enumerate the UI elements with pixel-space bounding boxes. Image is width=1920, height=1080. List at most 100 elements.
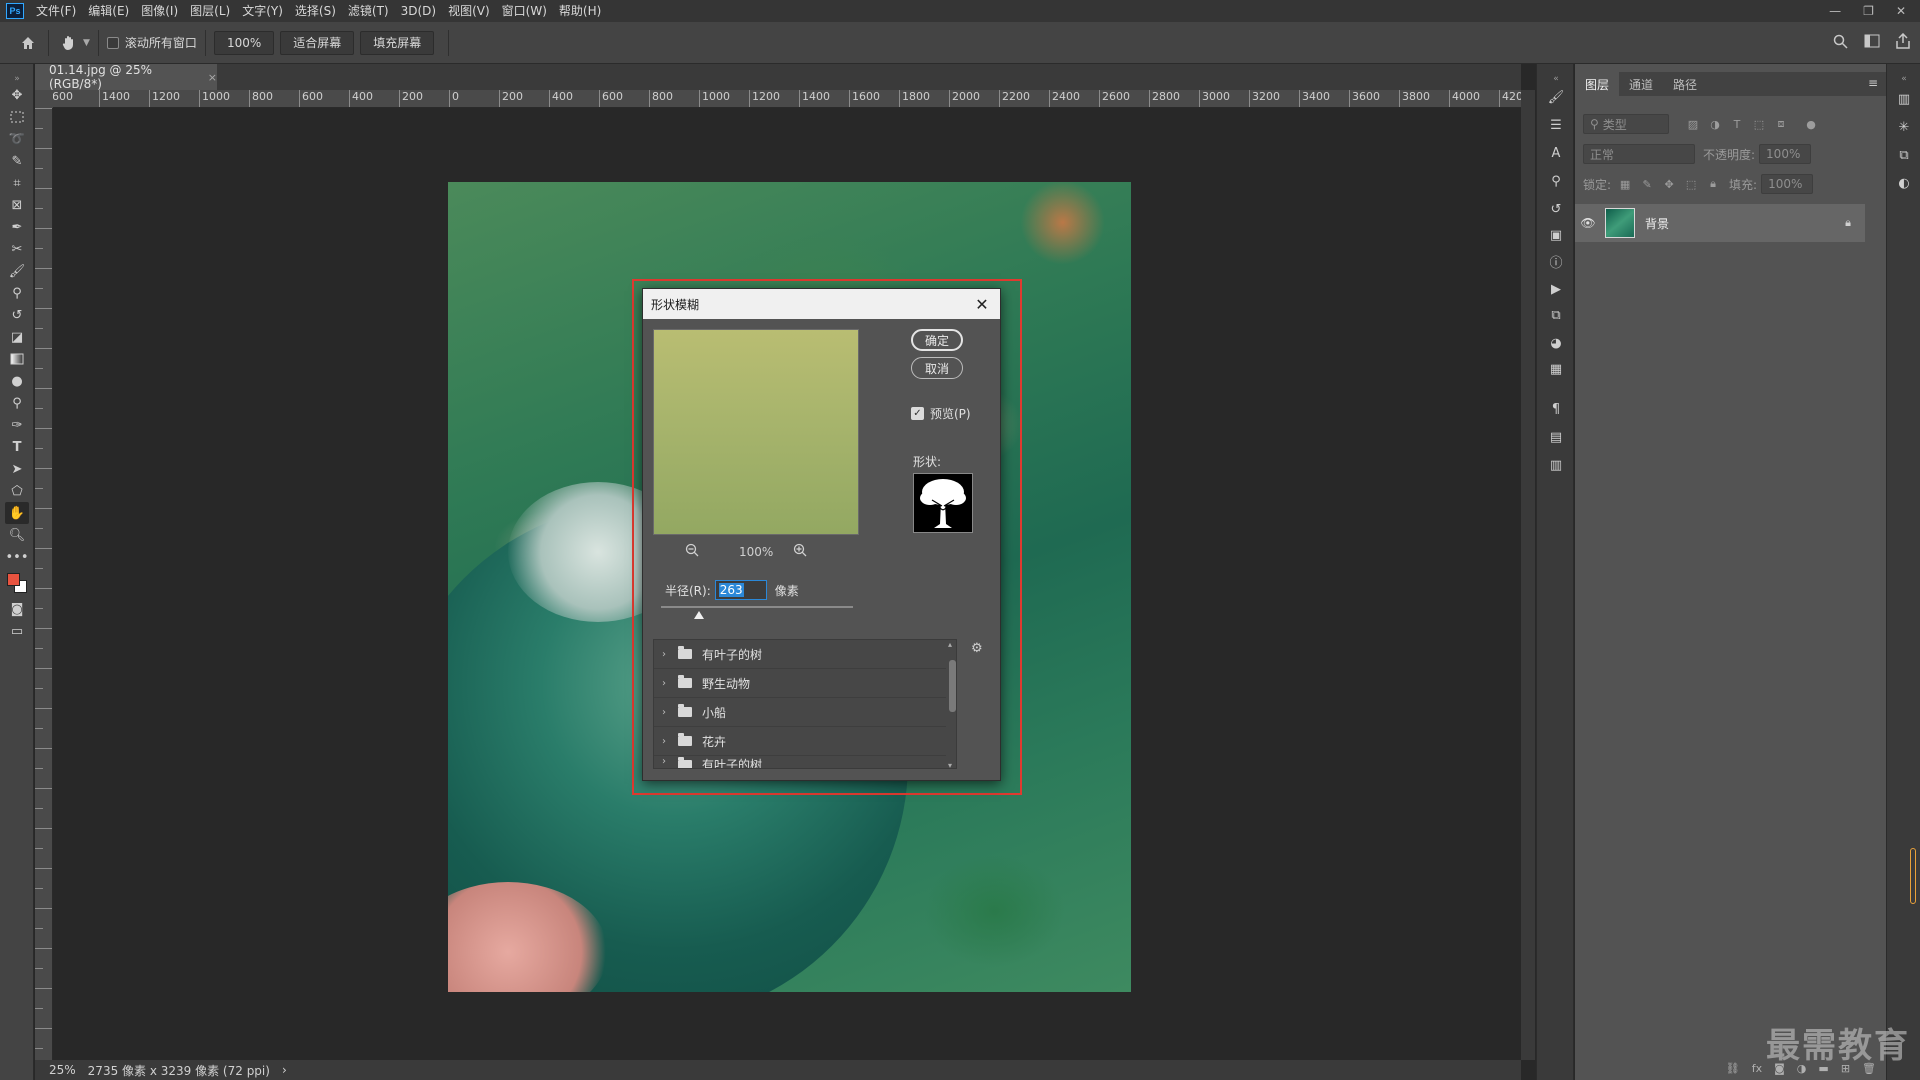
learn-icon[interactable]: ⧉ — [1893, 144, 1915, 166]
menu-select[interactable]: 选择(S) — [289, 0, 342, 22]
radius-slider-thumb[interactable] — [694, 611, 705, 619]
gear-icon[interactable]: ⚙ — [971, 641, 983, 656]
quick-mask-icon[interactable]: ◙ — [5, 598, 29, 620]
status-menu-arrow[interactable]: › — [282, 1063, 287, 1077]
filter-shape-icon[interactable]: ⬚ — [1751, 117, 1767, 131]
visibility-eye-icon[interactable]: 👁︎ — [1575, 216, 1601, 230]
list-item[interactable]: › 有叶子的树 — [654, 640, 946, 669]
tab-channels[interactable]: 通道 — [1619, 72, 1663, 96]
list-item[interactable]: › 野生动物 — [654, 669, 946, 698]
canvas-vertical-scrollbar[interactable] — [1521, 90, 1535, 1060]
status-zoom[interactable]: 25% — [49, 1063, 76, 1077]
eraser-tool-icon[interactable]: ◪ — [5, 326, 29, 348]
clone-source-icon[interactable]: ⚲ — [1545, 170, 1567, 192]
layer-filter-select[interactable]: ⚲ 类型 — [1583, 114, 1669, 134]
hand-tool-icon[interactable]: ✋ — [5, 502, 29, 524]
collapse-icon[interactable]: « — [1893, 68, 1915, 90]
zoom-tool-icon[interactable]: 🔍︎ — [5, 524, 29, 546]
dodge-tool-icon[interactable]: ⚲ — [5, 392, 29, 414]
info-icon[interactable]: ⓘ — [1545, 250, 1567, 272]
character-icon[interactable]: A — [1545, 142, 1567, 164]
move-tool-icon[interactable]: ✥ — [5, 84, 29, 106]
preview-checkbox[interactable]: ✓ — [911, 407, 924, 420]
healing-brush-tool-icon[interactable]: ✂ — [5, 238, 29, 260]
history-brush-tool-icon[interactable]: ↺ — [5, 304, 29, 326]
pen-tool-icon[interactable]: ✑ — [5, 414, 29, 436]
clone-stamp-tool-icon[interactable]: ⚲ — [5, 282, 29, 304]
quick-selection-tool-icon[interactable]: ✎ — [5, 150, 29, 172]
filter-type-icon[interactable]: T — [1729, 117, 1745, 131]
layer-effects-icon[interactable]: fx — [1752, 1062, 1762, 1075]
link-layers-icon[interactable]: ⛓ — [1726, 1062, 1740, 1075]
path-selection-tool-icon[interactable]: ➤ — [5, 458, 29, 480]
filter-smart-object-icon[interactable]: ⧈ — [1773, 117, 1789, 131]
chevron-down-icon[interactable]: ▼ — [83, 38, 90, 48]
fill-input[interactable]: 100% — [1761, 174, 1814, 194]
list-item[interactable]: › 花卉 — [654, 727, 946, 756]
preview-option[interactable]: ✓ 预览(P) — [911, 405, 971, 422]
lasso-tool-icon[interactable]: ➰ — [5, 128, 29, 150]
layer-row-background[interactable]: 👁︎ 背景 🔒︎ — [1575, 204, 1865, 242]
actions-play-icon[interactable]: ▶ — [1545, 278, 1567, 300]
paragraph-icon[interactable]: ¶ — [1545, 398, 1567, 420]
lock-transparent-icon[interactable]: ▦ — [1617, 177, 1633, 191]
layer-comps-icon[interactable]: ▣ — [1545, 224, 1567, 246]
eyedropper-tool-icon[interactable]: ✒ — [5, 216, 29, 238]
home-icon[interactable] — [16, 31, 40, 55]
list-scrollbar-thumb[interactable] — [949, 660, 956, 712]
blur-tool-icon[interactable]: ● — [5, 370, 29, 392]
chevron-right-icon[interactable]: › — [662, 756, 676, 767]
list-item[interactable]: › 小船 — [654, 698, 946, 727]
gradient-tool-icon[interactable] — [5, 348, 29, 370]
blend-mode-select[interactable]: 正常 — [1583, 144, 1695, 164]
lock-artboard-icon[interactable]: ⬚ — [1683, 177, 1699, 191]
ok-button[interactable]: 确定 — [911, 329, 963, 351]
menu-edit[interactable]: 编辑(E) — [82, 0, 135, 22]
foreground-color-swatch[interactable] — [7, 573, 20, 586]
menu-file[interactable]: 文件(F) — [30, 0, 82, 22]
color-swatches[interactable] — [6, 572, 28, 594]
zoom-100-button[interactable]: 100% — [213, 30, 275, 55]
document-tab[interactable]: 01.14.jpg @ 25%(RGB/8*) × — [35, 63, 217, 91]
minimize-icon[interactable]: — — [1829, 4, 1841, 18]
tab-paths[interactable]: 路径 — [1663, 72, 1707, 96]
scroll-up-icon[interactable]: ▴ — [948, 640, 952, 649]
dialog-titlebar[interactable]: 形状模糊 — [643, 289, 1000, 319]
brush-tool-icon[interactable]: 🖌 — [5, 260, 29, 282]
restore-icon[interactable]: ❐ — [1863, 4, 1874, 18]
menu-help[interactable]: 帮助(H) — [553, 0, 607, 22]
close-window-icon[interactable]: ✕ — [1896, 4, 1906, 18]
tab-layers[interactable]: 图层 — [1575, 72, 1620, 96]
panel-menu-icon[interactable]: ≡ — [1868, 76, 1878, 90]
workspace-icon[interactable] — [1864, 34, 1880, 52]
scroll-all-windows-checkbox[interactable] — [106, 36, 119, 49]
cancel-button[interactable]: 取消 — [911, 357, 963, 379]
history-icon[interactable]: ↺ — [1545, 198, 1567, 220]
crop-tool-icon[interactable]: ⌗ — [5, 172, 29, 194]
menu-filter[interactable]: 滤镜(T) — [342, 0, 395, 22]
chevron-right-icon[interactable]: › — [662, 649, 676, 660]
adjustments-panel-icon[interactable]: ◐ — [1893, 172, 1915, 194]
scroll-down-icon[interactable]: ▾ — [948, 761, 952, 768]
fill-screen-button[interactable]: 填充屏幕 — [360, 30, 435, 55]
selected-shape-thumbnail[interactable] — [913, 473, 973, 533]
opacity-input[interactable]: 100% — [1759, 144, 1812, 164]
layer-name[interactable]: 背景 — [1645, 215, 1669, 232]
chevron-right-icon[interactable]: › — [662, 707, 676, 718]
properties-icon[interactable]: ✳ — [1893, 116, 1915, 138]
screen-mode-icon[interactable]: ▭ — [5, 620, 29, 642]
radius-input[interactable]: 263 — [714, 580, 767, 600]
radius-slider-track[interactable] — [661, 606, 853, 608]
zoom-out-icon[interactable] — [685, 543, 699, 560]
fit-screen-button[interactable]: 适合屏幕 — [280, 30, 355, 55]
color-icon[interactable]: ◕ — [1545, 332, 1567, 354]
scroll-handle[interactable] — [1910, 848, 1916, 904]
chevron-right-icon[interactable]: › — [662, 736, 676, 747]
list-item[interactable]: › 有叶子的树 — [654, 756, 946, 768]
list-scrollbar[interactable]: ▴ ▾ — [947, 640, 956, 768]
notes-icon[interactable]: ▥ — [1545, 454, 1567, 476]
lock-all-icon[interactable]: 🔒︎ — [1705, 177, 1721, 191]
menu-type[interactable]: 文字(Y) — [236, 0, 289, 22]
zoom-in-icon[interactable] — [793, 543, 807, 560]
table-icon[interactable]: ▦ — [1545, 358, 1567, 380]
